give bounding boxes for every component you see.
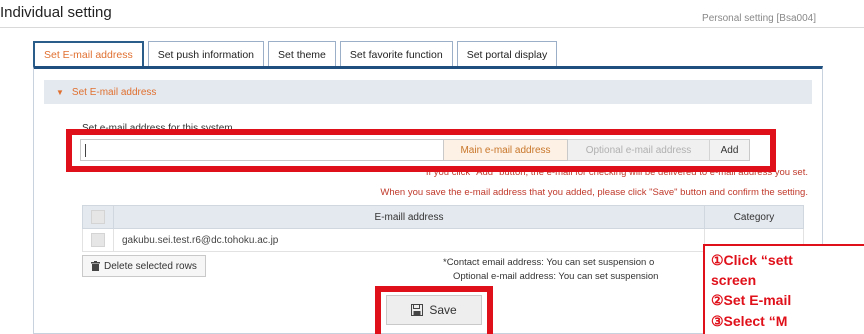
tab-set-push-information[interactable]: Set push information xyxy=(147,41,265,67)
table-header-row: E-maill address Category xyxy=(82,205,804,229)
tab-set-portal-display[interactable]: Set portal display xyxy=(456,41,558,67)
row-select-cell[interactable] xyxy=(82,228,114,252)
callout-step-1: ①Click “sett xyxy=(711,252,793,268)
add-button[interactable]: Add xyxy=(710,139,750,161)
tab-set-favorite-function[interactable]: Set favorite function xyxy=(339,41,453,67)
header-divider xyxy=(0,27,864,28)
row-checkbox[interactable] xyxy=(91,233,105,247)
caret-down-icon: ▼ xyxy=(56,87,64,97)
column-header-category: Category xyxy=(704,205,804,229)
floppy-disk-icon xyxy=(411,304,424,316)
page-title: Individual setting xyxy=(0,4,112,21)
email-cell: gakubu.sei.test.r6@dc.tohoku.ac.jp xyxy=(113,228,705,252)
trash-icon xyxy=(91,261,100,271)
save-note: When you save the e-mail address that yo… xyxy=(380,187,808,198)
email-form-label: Set e-mail address for this system. xyxy=(82,123,236,134)
save-button[interactable]: Save xyxy=(386,295,482,325)
select-all-cell[interactable] xyxy=(82,205,114,229)
tab-set-theme[interactable]: Set theme xyxy=(268,41,336,67)
contact-note-line2: Optional e-mail address: You can set sus… xyxy=(453,271,659,282)
main-address-toggle[interactable]: Main e-mail address xyxy=(444,139,568,161)
email-table: E-maill address Category gakubu.sei.test… xyxy=(82,205,804,252)
optional-address-toggle[interactable]: Optional e-mail address xyxy=(568,139,710,161)
save-button-label: Save xyxy=(429,303,457,317)
callout-step-3: ③Select “M xyxy=(711,313,788,329)
select-all-checkbox[interactable] xyxy=(91,210,105,224)
section-title: Set E-mail address xyxy=(71,86,157,98)
table-row: gakubu.sei.test.r6@dc.tohoku.ac.jp xyxy=(82,228,804,252)
column-header-email: E-maill address xyxy=(113,205,705,229)
contact-note-line1: *Contact email address: You can set susp… xyxy=(443,257,655,268)
add-note: *If you click "Add" button, the e-mail f… xyxy=(422,167,808,178)
email-entry-row: Main e-mail address Optional e-mail addr… xyxy=(80,139,810,161)
delete-button-label: Delete selected rows xyxy=(104,260,197,272)
instruction-callout: ①Click “sett screen ②Set E-mail ③Select … xyxy=(703,244,864,334)
tab-set-email-address[interactable]: Set E-mail address xyxy=(33,41,144,67)
delete-selected-rows-button[interactable]: Delete selected rows xyxy=(82,255,206,277)
callout-step-1-cont: screen xyxy=(711,272,757,288)
screen-id: Personal setting [Bsa004] xyxy=(702,13,816,24)
tab-bar: Set E-mail address Set push information … xyxy=(33,41,558,67)
text-cursor xyxy=(85,144,86,157)
callout-step-2: ②Set E-mail xyxy=(711,292,792,308)
email-input[interactable] xyxy=(80,139,444,161)
section-header[interactable]: ▼ Set E-mail address xyxy=(44,80,812,104)
